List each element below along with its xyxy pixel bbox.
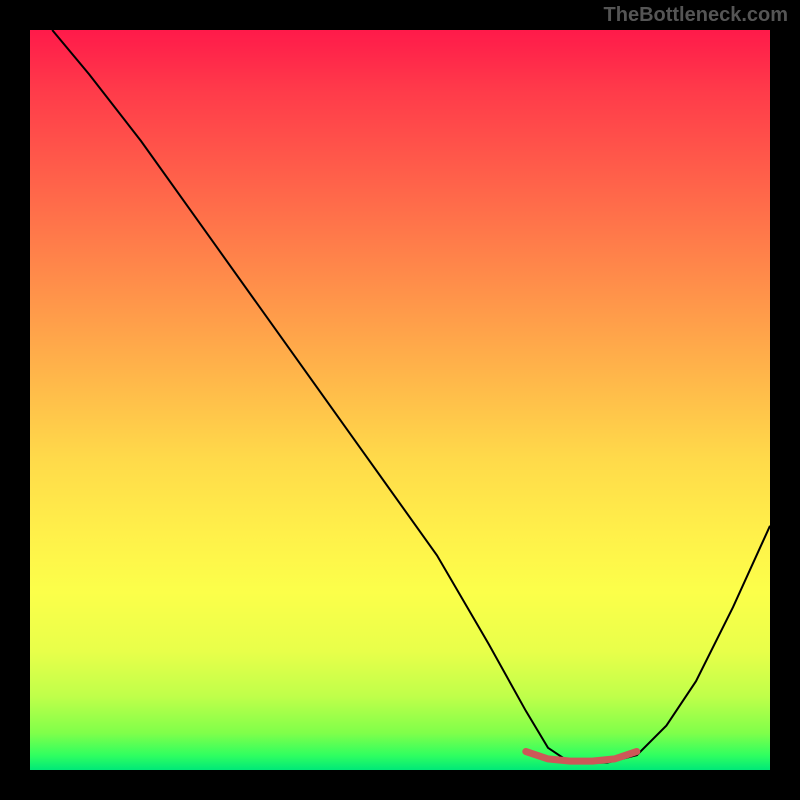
watermark-text: TheBottleneck.com [604,4,788,27]
plot-area [30,30,770,770]
chart-svg [30,30,770,770]
main-curve [52,30,770,763]
highlight-segment [526,752,637,762]
